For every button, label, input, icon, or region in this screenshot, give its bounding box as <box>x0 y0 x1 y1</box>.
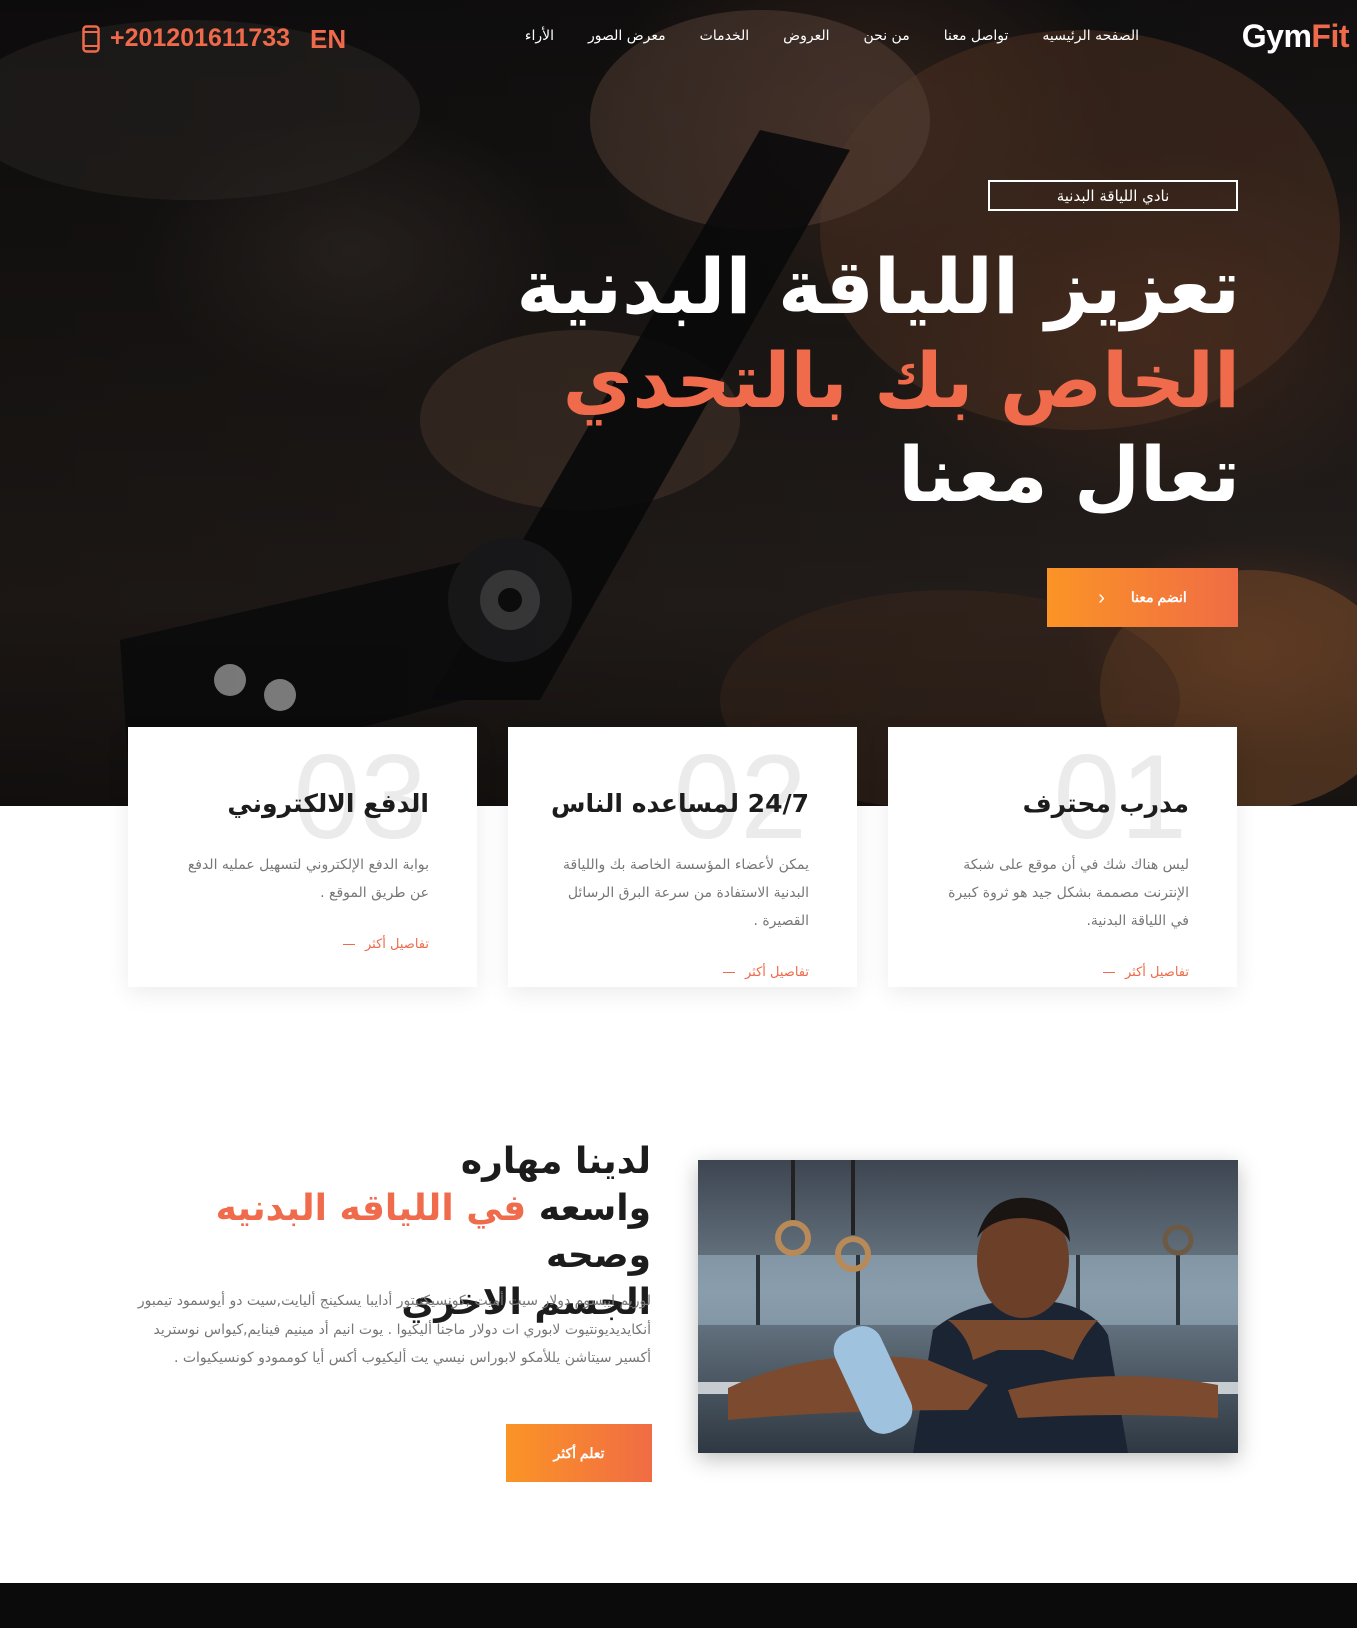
nav-offers-link[interactable]: العروض <box>783 28 829 44</box>
feature-details-label: تفاصيل أكثر <box>365 937 429 952</box>
feature-description: ليس هناك شك في أن موقع على شبكة الإنترنت… <box>948 857 1189 929</box>
about-paragraph: لوريم ايبسوم دولار سيت أميت ,كونسيكتيتور… <box>137 1293 651 1366</box>
feature-card-trainer: 01 مدرب محترف ليس هناك شك في أن موقع على… <box>888 727 1237 987</box>
feature-details-link[interactable]: تفاصيل أكثر <box>343 937 429 952</box>
hero-section: GymFit الصفحه الرئيسيه تواصل معنا من نحن… <box>0 0 1357 806</box>
nav-testimonials-link[interactable]: الأراء <box>525 28 554 44</box>
phone-link[interactable]: +201201611733 <box>82 24 290 53</box>
hero-headline-line2: الخاص بك بالتحدي <box>562 336 1240 425</box>
feature-details-label: تفاصيل أكثر <box>745 965 809 980</box>
about-heading-line2-start: واسعه <box>526 1188 651 1229</box>
dash-icon <box>1103 972 1115 973</box>
dash-icon <box>343 944 355 945</box>
feature-details-label: تفاصيل أكثر <box>1125 965 1189 980</box>
main-menu: الصفحه الرئيسيه تواصل معنا من نحن العروض… <box>491 28 1139 44</box>
feature-card-support: 02 24/7 لمساعده الناس يمكن لأعضاء المؤسس… <box>508 727 857 987</box>
dash-icon <box>723 972 735 973</box>
feature-title: مدرب محترف <box>1022 789 1189 818</box>
language-switch-link[interactable]: EN <box>310 24 346 55</box>
logo-text-fit: Fit <box>1311 18 1349 54</box>
top-navigation: GymFit الصفحه الرئيسيه تواصل معنا من نحن… <box>0 0 1357 80</box>
feature-card-payment: 03 الدفع الالكتروني بوابة الدفع الإلكترو… <box>128 727 477 987</box>
join-us-button-label: انضم معنا <box>1130 589 1187 605</box>
about-heading-accent: في اللياقه البدنيه <box>215 1188 527 1229</box>
mobile-phone-icon <box>82 24 100 53</box>
hero-headline: تعزيز اللياقة البدنية الخاص بك بالتحدي ت… <box>480 240 1240 522</box>
nav-gallery-link[interactable]: معرض الصور <box>588 28 666 44</box>
nav-about-link[interactable]: من نحن <box>864 28 910 44</box>
athlete-illustration <box>698 1160 1238 1453</box>
gym-athlete-photo <box>698 1160 1238 1453</box>
footer-strip <box>0 1583 1357 1628</box>
phone-number: +201201611733 <box>110 24 291 52</box>
logo-text-gym: Gym <box>1241 18 1312 54</box>
feature-description: يمكن لأعضاء المؤسسة الخاصة بك واللياقة ا… <box>563 857 809 929</box>
hero-tagline: نادي اللياقة البدنية <box>988 180 1238 211</box>
gymfit-logo[interactable]: GymFit <box>1241 18 1350 55</box>
about-heading-line1: لدينا مهاره <box>460 1141 651 1182</box>
feature-title: 24/7 لمساعده الناس <box>550 789 809 818</box>
learn-more-button[interactable]: تعلم أكثر <box>506 1424 652 1482</box>
nav-contact-link[interactable]: تواصل معنا <box>944 28 1009 44</box>
feature-title: الدفع الالكتروني <box>227 789 429 818</box>
join-us-button[interactable]: انضم معنا ‹ <box>1047 568 1238 627</box>
about-heading-line2-end: وصحه <box>546 1235 651 1276</box>
feature-details-link[interactable]: تفاصيل أكثر <box>1103 965 1189 980</box>
nav-services-link[interactable]: الخدمات <box>700 28 750 44</box>
feature-description: بوابة الدفع الإلكتروني لتسهيل عمليه الدف… <box>187 857 429 901</box>
feature-details-link[interactable]: تفاصيل أكثر <box>723 965 809 980</box>
hero-headline-line1: تعزيز اللياقة البدنية <box>516 242 1240 331</box>
hero-headline-line3: تعال معنا <box>898 430 1240 519</box>
nav-home-link[interactable]: الصفحه الرئيسيه <box>1042 28 1139 44</box>
chevron-left-icon: ‹ <box>1098 586 1105 609</box>
